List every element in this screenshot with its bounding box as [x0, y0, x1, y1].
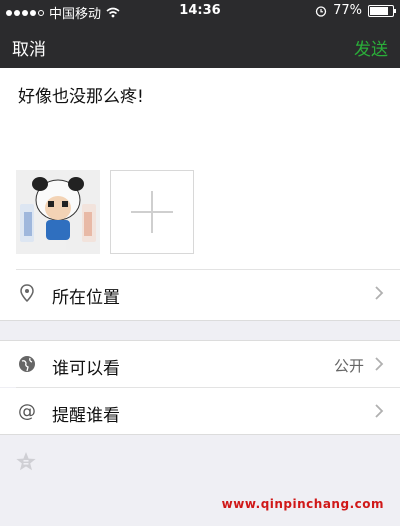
location-pin-icon	[20, 284, 34, 303]
alarm-icon	[315, 5, 327, 17]
section-divider	[0, 320, 400, 321]
svg-text:@: @	[18, 401, 36, 422]
location-label: 所在位置	[52, 288, 120, 308]
add-photo-button[interactable]	[110, 170, 194, 254]
chevron-right-icon	[375, 357, 384, 371]
watermark: www.qinpinchang.com	[221, 497, 384, 511]
nav-bar: 取消 发送	[0, 22, 400, 68]
visibility-value: 公开	[333, 357, 364, 375]
visibility-row[interactable]: 谁可以看 公开	[0, 341, 400, 387]
cancel-button[interactable]: 取消	[12, 35, 46, 60]
post-text-input[interactable]: 好像也没那么疼!	[18, 82, 144, 107]
star-icon[interactable]	[14, 450, 38, 474]
compose-area: 好像也没那么疼! 所在位置	[0, 68, 400, 320]
status-right: 77%	[315, 3, 396, 18]
status-bar: 中国移动 14:36 77%	[0, 0, 400, 22]
remind-row[interactable]: @ 提醒谁看	[0, 388, 400, 434]
chevron-right-icon	[375, 286, 384, 300]
photo-image	[16, 170, 100, 254]
location-row[interactable]: 所在位置	[0, 270, 400, 316]
chevron-right-icon	[375, 404, 384, 418]
at-icon: @	[18, 401, 36, 422]
attached-photo-thumbnail[interactable]	[16, 170, 100, 254]
send-button[interactable]: 发送	[354, 35, 388, 60]
globe-icon	[19, 356, 35, 372]
visibility-label: 谁可以看	[52, 359, 120, 379]
remind-label: 提醒谁看	[52, 406, 120, 426]
battery-icon	[368, 4, 396, 17]
section-divider	[0, 434, 400, 435]
battery-percent: 77%	[333, 3, 362, 18]
